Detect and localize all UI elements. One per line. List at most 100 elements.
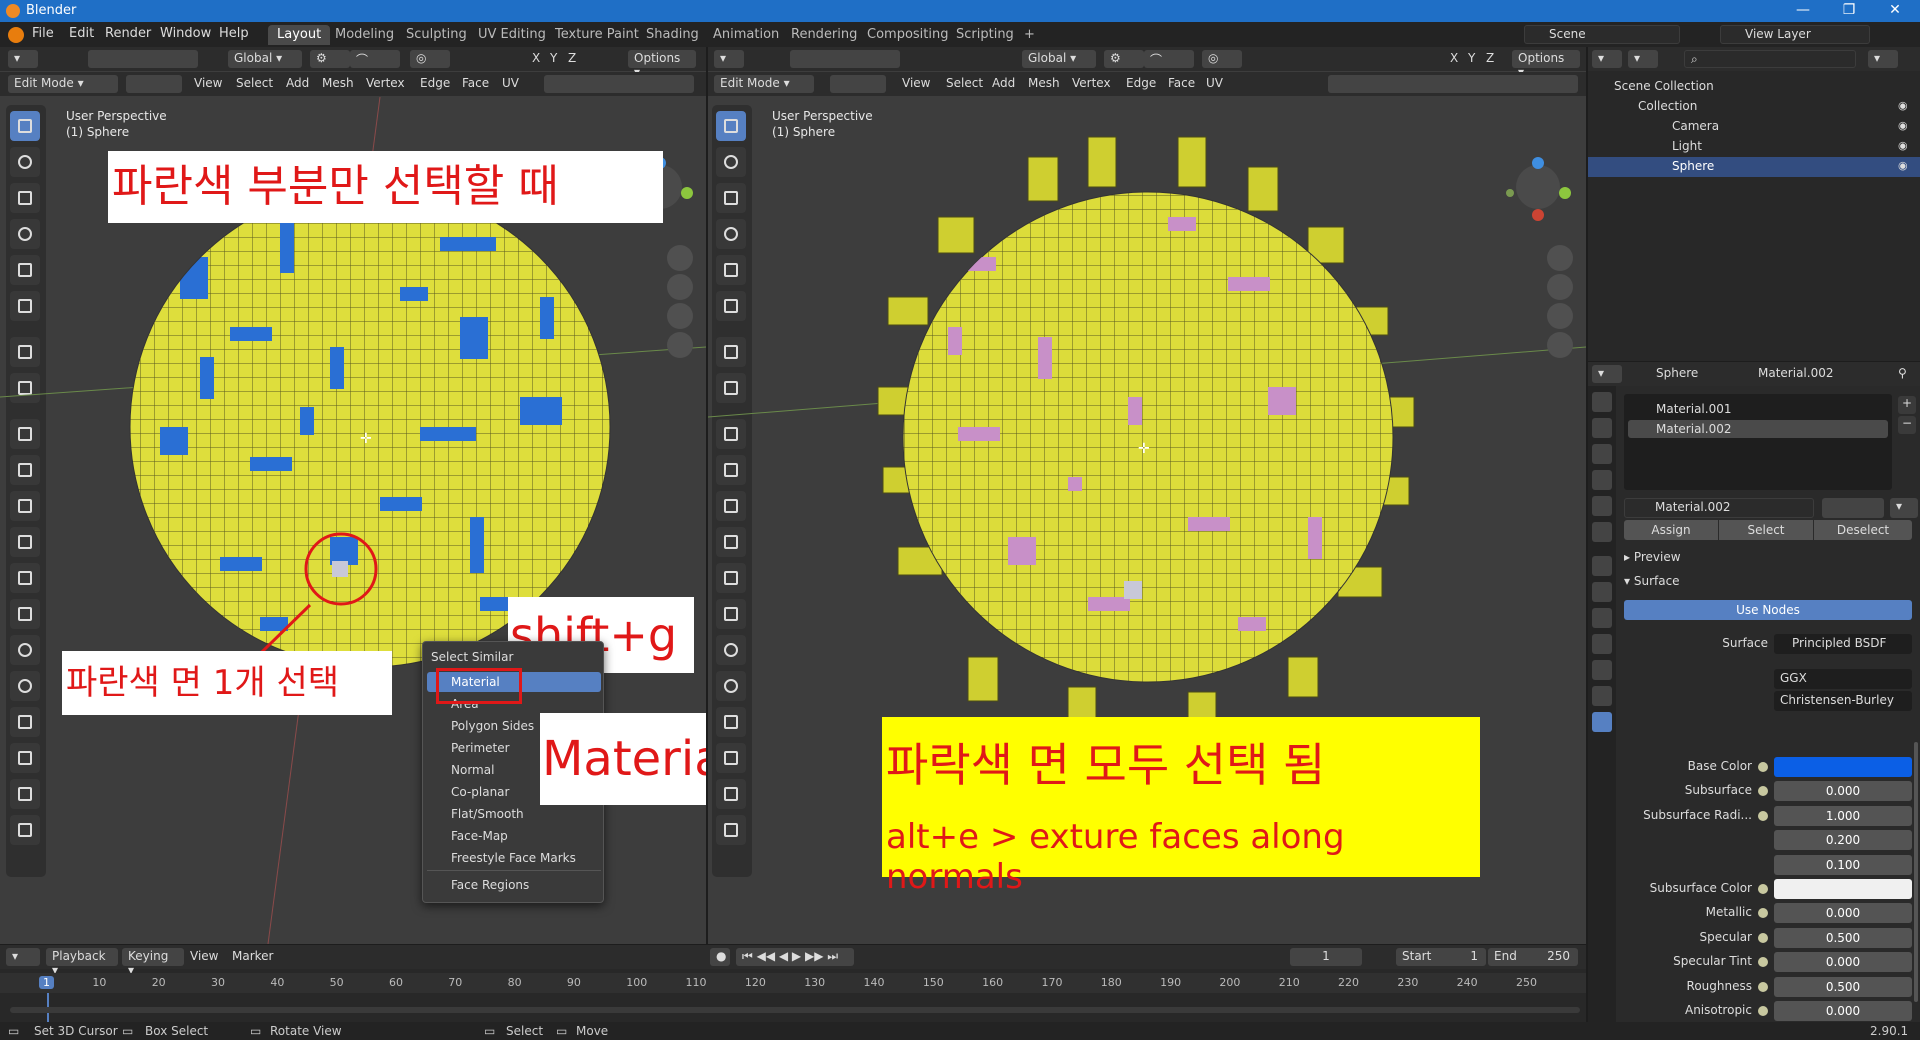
playback-controls[interactable]: ⏮ ◀◀ ◀ ▶ ▶▶ ⏭ xyxy=(736,948,854,966)
property-value-field[interactable]: 0.500 xyxy=(1774,927,1912,948)
mirror-axis-y[interactable]: Y xyxy=(1468,51,1475,65)
menu-vertex[interactable]: Vertex xyxy=(366,76,405,90)
menu-select[interactable]: Select xyxy=(946,76,983,90)
viewport-right[interactable]: ▾ Global ▾ ⚙ ⌒ ◎ X Y Z Options ▾ Edit Mo… xyxy=(708,47,1586,944)
menu-help[interactable]: Help xyxy=(219,26,249,41)
menu-edit[interactable]: Edit xyxy=(69,26,94,41)
socket-icon[interactable] xyxy=(1758,932,1768,943)
menu-select[interactable]: Select xyxy=(236,76,273,90)
menu-edge[interactable]: Edge xyxy=(420,76,450,90)
particles-tab-icon[interactable] xyxy=(1592,608,1612,628)
maximize-button[interactable]: ❐ xyxy=(1826,2,1872,20)
visibility-eye-icon[interactable]: ◉ xyxy=(1898,139,1908,152)
tab-shading[interactable]: Shading xyxy=(637,25,708,45)
element-mode-buttons[interactable] xyxy=(830,75,886,93)
distribution-dropdown[interactable]: GGX xyxy=(1774,669,1912,689)
socket-icon[interactable] xyxy=(1758,1006,1768,1016)
mirror-axis-z[interactable]: Z xyxy=(1486,51,1494,65)
select-mode-buttons[interactable] xyxy=(790,50,900,68)
socket-icon[interactable] xyxy=(1758,786,1768,797)
display-mode-button[interactable]: ▾ xyxy=(1628,50,1658,68)
editor-type-button[interactable]: ▾ xyxy=(6,948,40,966)
options-dropdown[interactable]: Options ▾ xyxy=(1512,50,1580,79)
remove-slot-button[interactable]: − xyxy=(1898,416,1916,434)
tab-sculpting[interactable]: Sculpting xyxy=(397,25,476,45)
snap-button[interactable]: ⌒ xyxy=(1144,50,1194,68)
add-slot-button[interactable]: + xyxy=(1898,396,1916,414)
tab-rendering[interactable]: Rendering xyxy=(782,25,866,45)
proportional-button[interactable]: ◎ xyxy=(1202,50,1242,68)
editor-type-button[interactable]: ▾ xyxy=(1592,50,1622,68)
menu-window[interactable]: Window xyxy=(160,26,211,41)
tab-layout[interactable]: Layout xyxy=(268,25,331,45)
element-mode-buttons[interactable] xyxy=(126,75,182,93)
subsurface-method-dropdown[interactable]: Christensen-Burley xyxy=(1774,691,1912,711)
overlay-shading-buttons[interactable] xyxy=(1328,75,1578,93)
menu-uv[interactable]: UV xyxy=(1206,76,1223,90)
color-swatch[interactable] xyxy=(1774,757,1912,777)
tab-texture-paint[interactable]: Texture Paint xyxy=(546,25,648,45)
mode-selector[interactable]: Edit Mode ▾ xyxy=(8,75,118,93)
socket-icon[interactable] xyxy=(1758,908,1768,919)
outliner-item-camera[interactable]: Camera xyxy=(1672,119,1719,133)
visibility-eye-icon[interactable]: ◉ xyxy=(1898,159,1908,172)
surface-shader-field[interactable]: Principled BSDF xyxy=(1774,634,1912,654)
options-dropdown[interactable]: Options ▾ xyxy=(628,50,696,79)
menu-file[interactable]: File xyxy=(32,26,54,41)
physics-tab-icon[interactable] xyxy=(1592,634,1612,654)
property-value-field[interactable]: 1.000 xyxy=(1774,805,1912,826)
mirror-axis-z[interactable]: Z xyxy=(568,51,576,65)
constraints-tab-icon[interactable] xyxy=(1592,660,1612,680)
frame-ruler[interactable]: 1 10 20 30 40 50 60 70 80 90 100 110 120 130 140 150 160… xyxy=(0,973,1586,993)
menu-item-face-map[interactable]: Face-Map xyxy=(451,829,508,843)
pan-icon[interactable] xyxy=(667,274,693,300)
material-actions[interactable] xyxy=(1822,498,1884,518)
property-value-field[interactable]: 0.000 xyxy=(1774,952,1912,973)
tool-tab-icon[interactable] xyxy=(1592,392,1612,412)
tab-uv-editing[interactable]: UV Editing xyxy=(469,25,555,45)
transform-orientation[interactable]: Global ▾ xyxy=(228,50,302,68)
pan-icon[interactable] xyxy=(1547,274,1573,300)
start-frame-field[interactable]: Start 1 xyxy=(1396,948,1486,966)
use-nodes-button[interactable]: Use Nodes xyxy=(1624,600,1912,620)
blender-menu-icon[interactable] xyxy=(8,27,24,43)
pivot-button[interactable]: ⚙ xyxy=(310,50,350,68)
tab-animation[interactable]: Animation xyxy=(704,25,788,45)
menu-add[interactable]: Add xyxy=(992,76,1015,90)
view-layer-tab-icon[interactable] xyxy=(1592,470,1612,490)
panel-preview[interactable]: ▸ Preview xyxy=(1624,550,1681,564)
filter-icon[interactable]: ▾ xyxy=(1868,50,1898,68)
visibility-eye-icon[interactable]: ◉ xyxy=(1898,119,1908,132)
menu-view[interactable]: View xyxy=(902,76,930,90)
ortho-toggle-icon[interactable] xyxy=(667,332,693,358)
pin-icon[interactable]: ⚲ xyxy=(1898,366,1907,380)
node-filter-button[interactable]: ▾ xyxy=(1890,498,1918,518)
record-button[interactable]: ● xyxy=(710,948,730,966)
property-value-field[interactable]: 0.000 xyxy=(1774,1001,1912,1021)
snap-button[interactable]: ⌒ xyxy=(350,50,400,68)
property-value-field[interactable]: 0.000 xyxy=(1774,903,1912,924)
mirror-axis-y[interactable]: Y xyxy=(550,51,557,65)
color-swatch[interactable] xyxy=(1774,879,1912,899)
socket-icon[interactable] xyxy=(1758,810,1768,821)
property-value-field[interactable]: 0.200 xyxy=(1774,830,1912,851)
world-tab-icon[interactable] xyxy=(1592,522,1612,542)
editor-type-button[interactable]: ▾ xyxy=(714,50,744,68)
socket-icon[interactable] xyxy=(1758,884,1768,894)
tab-scripting[interactable]: Scripting xyxy=(947,25,1023,45)
menu-edge[interactable]: Edge xyxy=(1126,76,1156,90)
mirror-axis-x[interactable]: X xyxy=(1450,51,1458,65)
property-value-field[interactable]: 0.100 xyxy=(1774,854,1912,875)
zoom-icon[interactable] xyxy=(1547,245,1573,271)
outliner-item-collection[interactable]: Collection xyxy=(1638,99,1697,113)
modifier-tab-icon[interactable] xyxy=(1592,582,1612,602)
outliner-item-light[interactable]: Light xyxy=(1672,139,1702,153)
minimize-button[interactable]: — xyxy=(1780,2,1826,20)
menu-item-flat-smooth[interactable]: Flat/Smooth xyxy=(451,807,524,821)
scene-collection-label[interactable]: Scene Collection xyxy=(1614,79,1714,93)
menu-uv[interactable]: UV xyxy=(502,76,519,90)
camera-view-icon[interactable] xyxy=(667,303,693,329)
material-name-field[interactable]: Material.002 xyxy=(1624,498,1814,518)
socket-icon[interactable] xyxy=(1758,957,1768,968)
material-slot-2[interactable]: Material.002 xyxy=(1628,420,1888,438)
